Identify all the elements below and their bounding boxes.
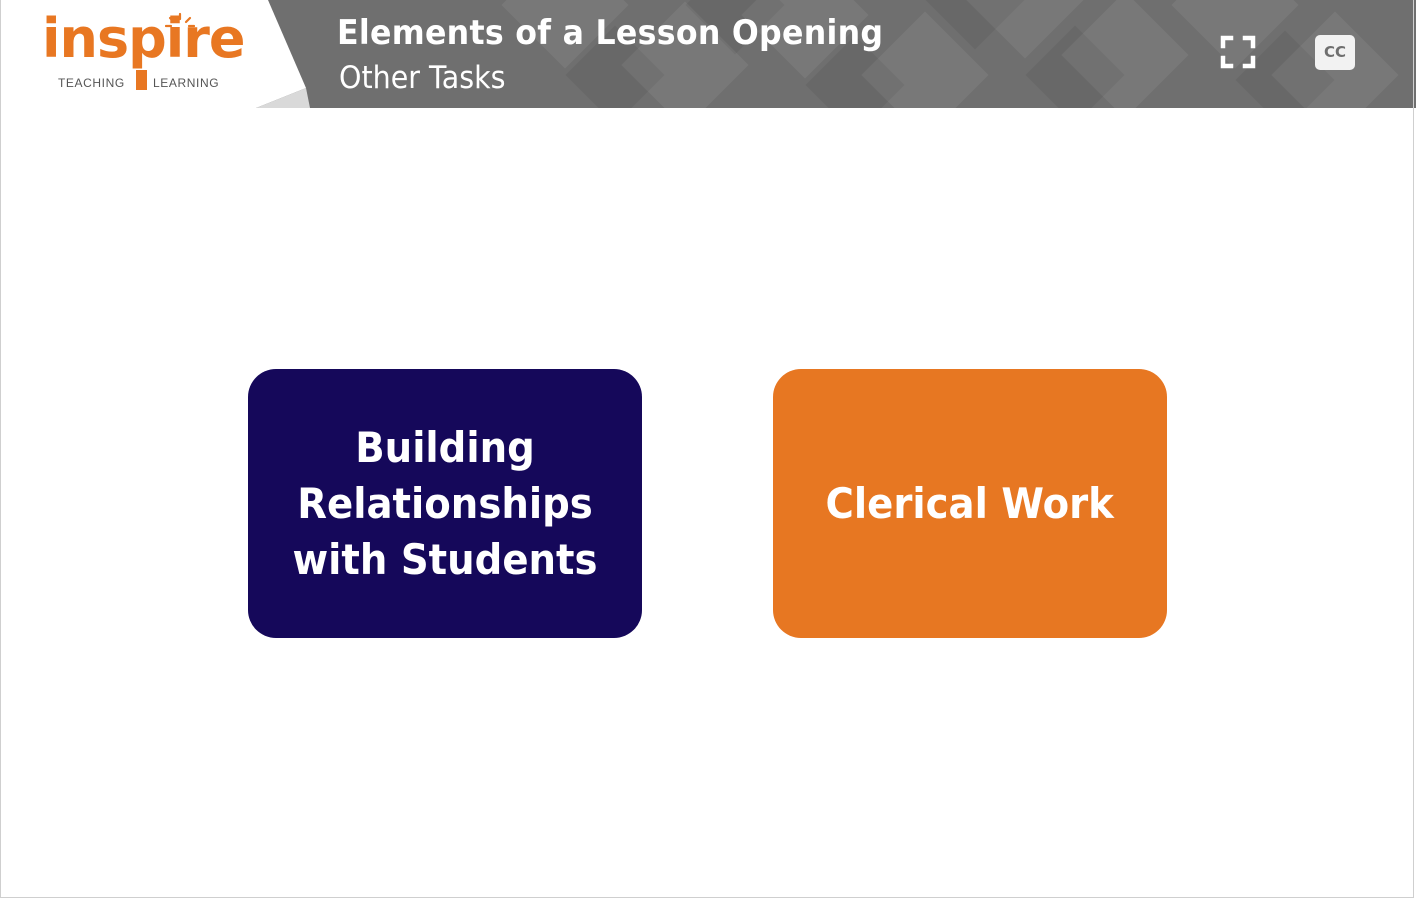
closed-captions-icon: CC [1315, 34, 1355, 70]
slide-subtitle: Other Tasks [339, 60, 506, 96]
card-clerical-work[interactable]: Clerical Work [773, 369, 1167, 638]
card-label: Clerical Work [825, 478, 1115, 528]
logo-tagline-learning: LEARNING [153, 76, 220, 90]
lesson-title: Elements of a Lesson Opening [337, 13, 884, 53]
inspire-logo: inspire TEACHING LEARNING [0, 0, 310, 108]
header-bar: inspire TEACHING LEARNING Elements of a … [0, 0, 1416, 108]
logo-divider [136, 70, 147, 90]
logo-sun-icon [165, 12, 195, 28]
slide-frame [0, 0, 1414, 898]
card-building-relationships[interactable]: Building Relationships with Students [248, 369, 642, 638]
card-label: Building Relationships with Students [292, 422, 598, 584]
fullscreen-icon [1220, 35, 1256, 69]
fullscreen-button[interactable] [1216, 32, 1260, 72]
logo-tagline-teaching: TEACHING [58, 76, 125, 90]
logo-wordmark: inspire [42, 7, 246, 70]
closed-captions-button[interactable]: CC [1312, 32, 1358, 72]
